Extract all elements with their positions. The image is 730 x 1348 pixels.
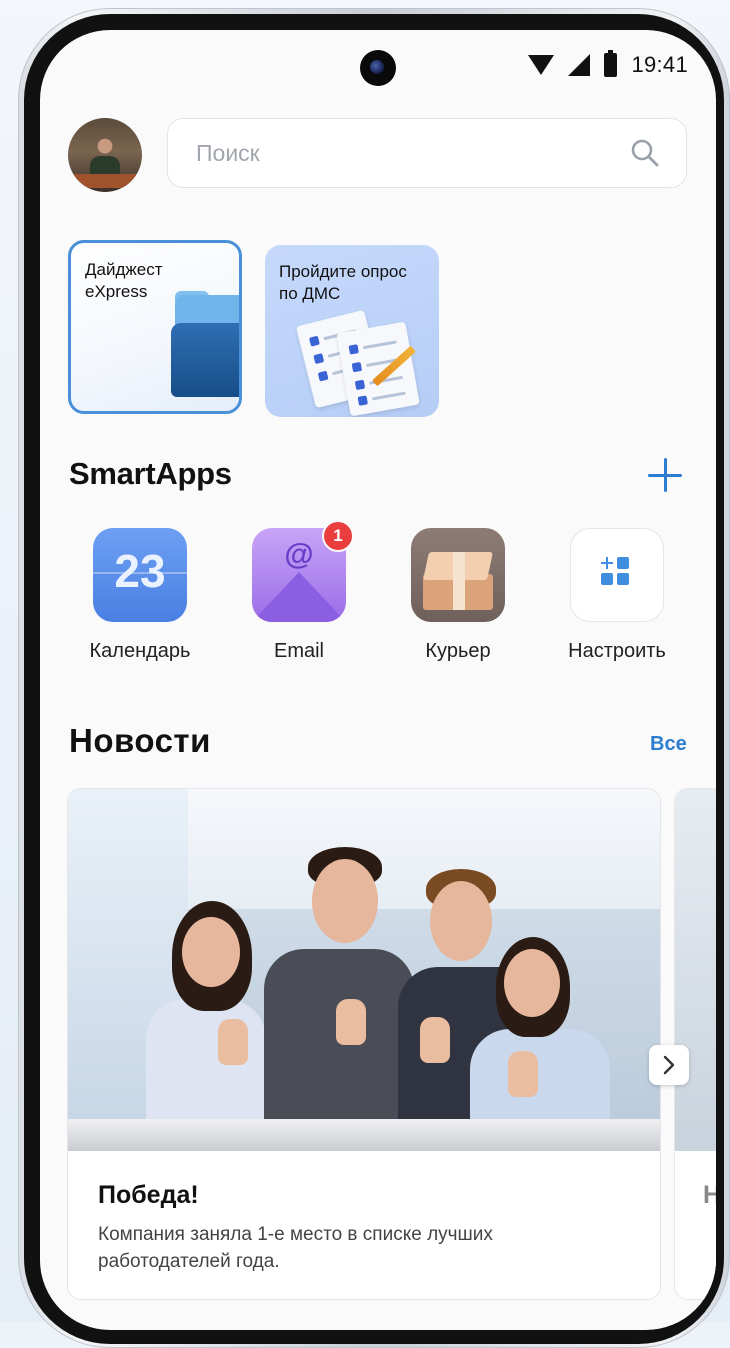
notification-badge: 1 [322,520,354,552]
story-digest[interactable]: Дайджест eXpress [68,240,242,414]
app-customize[interactable]: Настроить [547,528,687,663]
calendar-icon: 23 [93,528,187,622]
carousel-next-button[interactable] [649,1045,689,1085]
chevron-right-icon [663,1055,675,1075]
wifi-icon [528,55,555,75]
news-all-link[interactable]: Все [650,733,687,756]
status-bar: 19:41 [528,50,688,80]
news-description: Компания заняла 1-е место в списке лучши… [98,1224,493,1272]
news-headline: Н [703,1181,716,1210]
grid-add-icon [570,528,664,622]
app-email[interactable]: @ 1 Email [229,520,369,663]
front-camera [360,50,396,86]
email-icon: @ 1 [252,520,354,622]
signal-icon [568,54,591,76]
search-input[interactable] [194,138,630,168]
status-time: 19:41 [631,52,688,77]
app-label: Календарь [89,640,191,662]
package-box-icon [411,528,505,622]
news-photo [68,789,660,1151]
battery-icon [604,50,618,77]
app-courier[interactable]: Курьер [388,528,528,663]
smartapps-title: SmartApps [69,456,232,491]
app-label: Курьер [425,640,491,662]
search-icon[interactable] [630,138,660,168]
search-bar[interactable] [167,118,687,188]
phone-screen: 19:41 Дайджест eXpress Пройдите опрос по… [40,30,716,1330]
story-survey[interactable]: Пройдите опрос по ДМС [265,245,439,417]
story-title: Пройдите опрос по ДМС [279,262,407,303]
app-label: Настроить [568,640,666,662]
news-card-next[interactable]: Н [674,788,716,1300]
app-calendar[interactable]: 23 Календарь [70,528,210,663]
news-card[interactable]: Победа! Компания заняла 1-е место в спис… [67,788,661,1300]
news-headline: Победа! [98,1181,199,1209]
add-smartapp-plus-icon[interactable] [646,456,684,494]
app-label: Email [273,640,324,662]
news-title: Новости [69,722,211,759]
avatar[interactable] [68,118,142,192]
